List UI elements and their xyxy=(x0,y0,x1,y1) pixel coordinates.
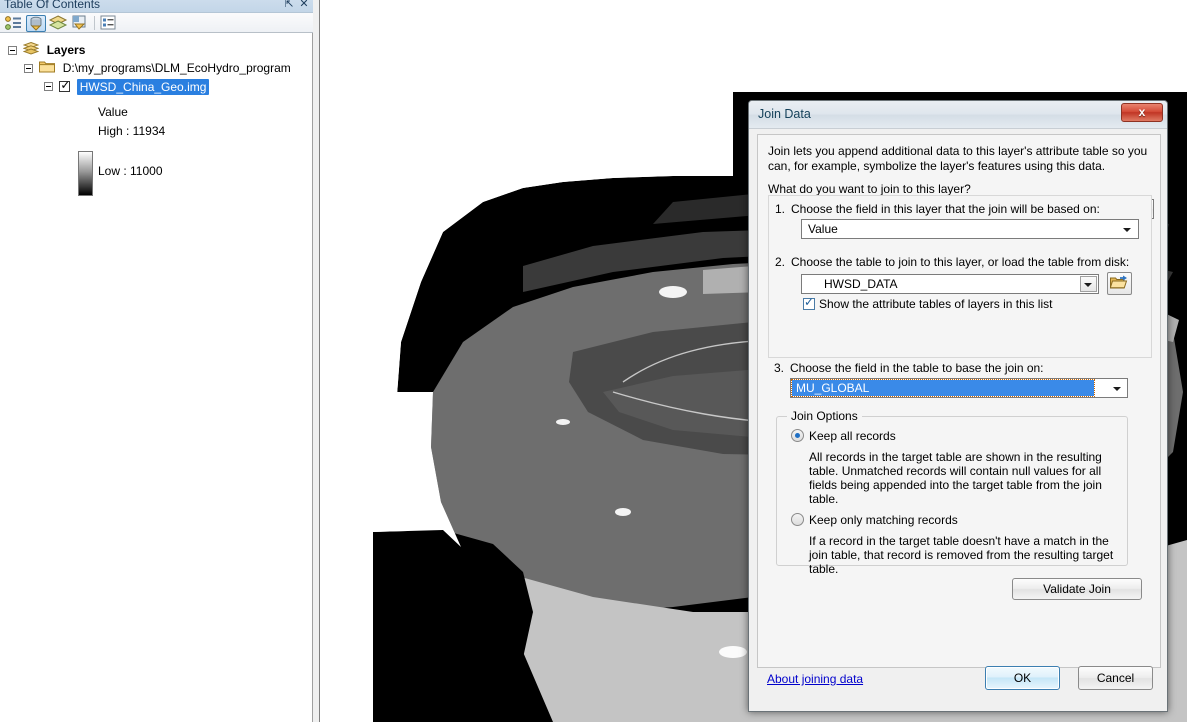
step-2-label: Choose the table to join to this layer, … xyxy=(791,255,1130,269)
expander-icon[interactable] xyxy=(44,82,53,92)
join-options-group: Join Options Keep all records All record… xyxy=(776,409,1128,576)
toc-title-bar: Table Of Contents ⇱ ✕ xyxy=(0,0,313,13)
list-by-selection-icon[interactable] xyxy=(70,15,90,32)
keep-all-records-radio[interactable] xyxy=(791,429,804,442)
toc-layer-tree: Layers D:\my_programs\DLM_EcoHydro_progr… xyxy=(0,34,312,722)
layer-visibility-checkbox[interactable] xyxy=(59,78,70,93)
keep-matching-records-label: Keep only matching records xyxy=(809,513,958,527)
step-1-label: Choose the field in this layer that the … xyxy=(791,202,1100,216)
about-joining-data-link[interactable]: About joining data xyxy=(767,672,863,686)
list-by-source-icon[interactable] xyxy=(26,15,46,32)
source-field-dropdown[interactable]: Value xyxy=(801,219,1139,239)
join-field-dropdown[interactable]: MU_GLOBAL xyxy=(790,378,1128,398)
keep-matching-records-row[interactable]: Keep only matching records xyxy=(791,513,958,527)
join-steps-panel: 1. Choose the field in this layer that t… xyxy=(768,195,1152,358)
join-table-dropdown[interactable]: HWSD_DATA xyxy=(801,274,1099,294)
dialog-intro-text: Join lets you append additional data to … xyxy=(768,144,1148,173)
validate-join-button[interactable]: Validate Join xyxy=(1012,578,1142,600)
close-icon[interactable]: ✕ xyxy=(298,0,310,10)
legend-low-label: Low : 11000 xyxy=(98,164,163,178)
join-field-value: MU_GLOBAL xyxy=(791,379,1095,397)
tree-label-layer: HWSD_China_Geo.img xyxy=(76,78,210,95)
step-3-label: Choose the field in the table to base th… xyxy=(790,361,1044,375)
dialog-title-bar[interactable]: Join Data x xyxy=(749,101,1167,129)
join-data-dialog: Join Data x Join lets you append additio… xyxy=(748,100,1168,712)
browse-table-button[interactable] xyxy=(1107,272,1132,295)
tree-label-folder: D:\my_programs\DLM_EcoHydro_program xyxy=(62,61,291,75)
list-by-drawing-order-icon[interactable] xyxy=(4,15,24,32)
expander-icon[interactable] xyxy=(24,63,33,73)
ok-button[interactable]: OK xyxy=(985,666,1060,690)
folder-icon xyxy=(39,60,56,76)
chevron-down-icon xyxy=(1123,228,1131,232)
options-icon[interactable] xyxy=(100,15,120,32)
tree-node-folder[interactable]: D:\my_programs\DLM_EcoHydro_program xyxy=(24,60,291,76)
toc-toolbar xyxy=(0,13,313,33)
step-3-row: 3. Choose the field in the table to base… xyxy=(774,361,1146,377)
show-attribute-tables-label: Show the attribute tables of layers in t… xyxy=(819,297,1053,311)
show-attribute-tables-checkbox[interactable] xyxy=(803,295,815,310)
color-ramp xyxy=(78,151,93,196)
chevron-down-icon xyxy=(1113,387,1121,391)
toc-title: Table Of Contents xyxy=(4,0,101,11)
keep-all-records-label: Keep all records xyxy=(809,429,896,443)
join-options-legend: Join Options xyxy=(787,409,862,423)
expander-icon[interactable] xyxy=(8,45,17,55)
layers-stack-icon xyxy=(22,41,40,58)
step-3-number: 3. xyxy=(774,361,785,375)
legend-high-label: High : 11934 xyxy=(98,124,166,138)
chevron-down-icon xyxy=(1084,283,1092,287)
table-of-contents-panel: Table Of Contents ⇱ ✕ Layers D:\my_progr… xyxy=(0,0,313,722)
tree-node-layers[interactable]: Layers xyxy=(8,41,86,58)
source-field-value: Value xyxy=(808,222,838,236)
panel-splitter[interactable] xyxy=(313,0,320,722)
step-1-row: 1. Choose the field in this layer that t… xyxy=(775,202,1145,218)
step-2-row: 2. Choose the table to join to this laye… xyxy=(775,255,1147,271)
step-2-number: 2. xyxy=(775,255,786,269)
keep-all-records-description: All records in the target table are show… xyxy=(809,450,1102,506)
arcmap-window: Table Of Contents ⇱ ✕ Layers D:\my_progr… xyxy=(0,0,1187,722)
list-by-visibility-icon[interactable] xyxy=(48,15,68,32)
legend-field-label: Value xyxy=(98,105,128,119)
dialog-question-label: What do you want to join to this layer? xyxy=(768,182,971,196)
dialog-title: Join Data xyxy=(758,107,811,121)
keep-all-records-row[interactable]: Keep all records xyxy=(791,429,896,443)
close-icon[interactable]: x xyxy=(1121,103,1163,122)
step-1-number: 1. xyxy=(775,202,786,216)
tree-node-layer[interactable]: HWSD_China_Geo.img xyxy=(44,78,210,95)
join-table-value: HWSD_DATA xyxy=(824,277,898,291)
show-attribute-tables-checkbox-row[interactable]: Show the attribute tables of layers in t… xyxy=(803,295,1053,311)
tree-label-layers: Layers xyxy=(46,43,86,57)
keep-matching-records-radio[interactable] xyxy=(791,513,804,526)
keep-matching-records-description: If a record in the target table doesn't … xyxy=(809,534,1114,576)
pin-icon[interactable]: ⇱ xyxy=(283,0,295,10)
cancel-button[interactable]: Cancel xyxy=(1078,666,1153,690)
toolbar-separator xyxy=(94,16,95,30)
dialog-body: Join lets you append additional data to … xyxy=(757,134,1161,668)
